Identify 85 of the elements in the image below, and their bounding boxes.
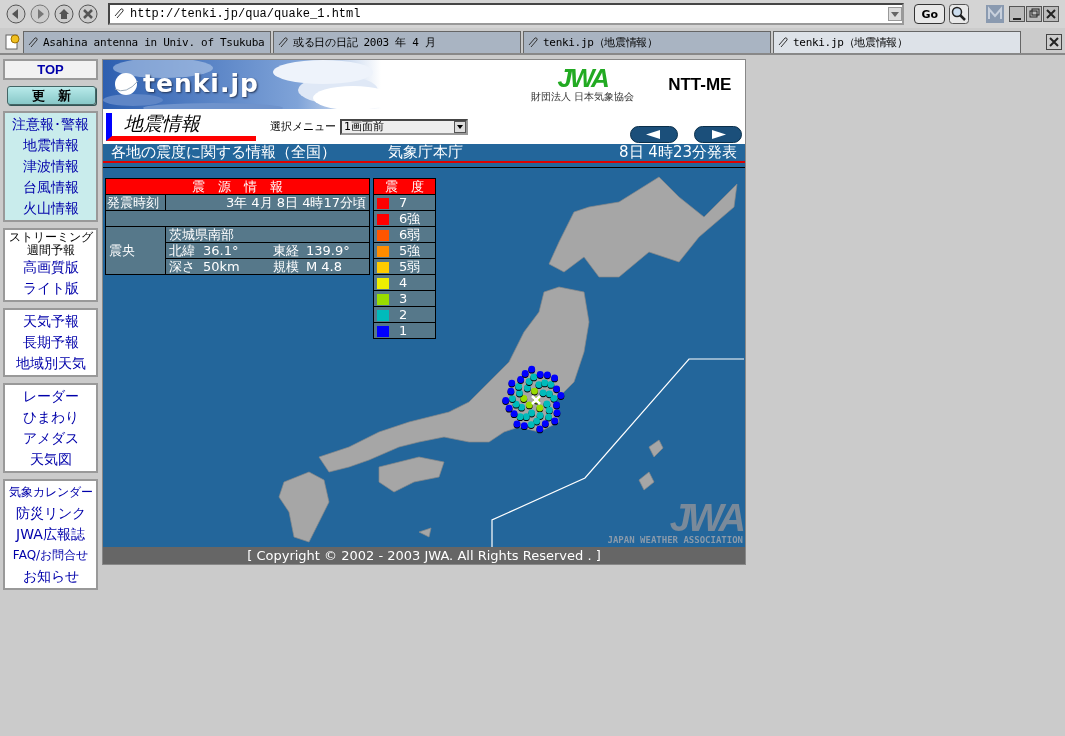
close-icon[interactable]	[1043, 6, 1059, 22]
copyright-text: [ Copyright © 2002 - 2003 JWA. All Rights Reserved . ]	[103, 547, 745, 564]
sponsor-caption: 財団法人 日本気象協会	[531, 89, 635, 104]
island-shape	[418, 527, 432, 538]
menu-link[interactable]: JWA広報誌	[16, 524, 85, 545]
paperclip-icon	[528, 36, 540, 49]
paperclip-icon	[28, 36, 40, 49]
island-shape	[638, 471, 655, 491]
browser-tab[interactable]: tenki.jp（地震情報）	[773, 31, 1021, 53]
menu-link[interactable]: 天気予報	[22, 311, 79, 332]
menu-link[interactable]: 天気図	[29, 449, 72, 470]
menu-link[interactable]: 火山情報	[22, 198, 79, 219]
paperclip-icon	[114, 8, 126, 20]
intensity-label: 4	[399, 275, 408, 290]
map-logo: JWA	[669, 501, 743, 535]
address-field[interactable]: http://tenki.jp/qua/quake_1.html	[108, 3, 905, 25]
menu-link[interactable]: お知らせ	[22, 566, 79, 587]
menu-link[interactable]: 地域別天気	[15, 353, 86, 374]
intensity-label: 5弱	[399, 259, 421, 274]
issued-time: 8日 4時23分発表	[619, 144, 737, 161]
next-button[interactable]	[694, 126, 742, 143]
table-header: 震 源 情 報	[105, 178, 370, 195]
browser-tab[interactable]: tenki.jp（地震情報）	[523, 31, 771, 53]
dropdown-icon[interactable]	[888, 7, 903, 21]
globe-icon	[113, 70, 139, 97]
menu-link[interactable]: 津波情報	[22, 156, 79, 177]
menu-caption: 週間予報	[26, 244, 75, 257]
sponsor-logo: JWA	[557, 65, 608, 90]
intensity-label: 1	[399, 323, 408, 338]
table-text: M 4.8	[306, 259, 343, 274]
menu-link[interactable]: アメダス	[22, 428, 79, 449]
stop-icon[interactable]	[78, 4, 98, 24]
menu-link[interactable]: 高画質版	[22, 257, 79, 278]
minimize-icon[interactable]	[1009, 6, 1025, 22]
new-tab-icon[interactable]	[3, 32, 21, 51]
table-text: 50km	[203, 259, 241, 274]
table-text: 規模	[273, 259, 300, 274]
search-icon[interactable]	[949, 4, 969, 24]
throbber-icon	[985, 4, 1005, 24]
menu-caption: ストリーミング	[8, 231, 93, 244]
intensity-dots-drawing	[502, 365, 565, 434]
island-shape	[648, 439, 664, 458]
table-text: 139.9°	[306, 243, 350, 258]
menu-label: 選択メニュー	[270, 119, 336, 134]
previous-button[interactable]	[630, 126, 678, 143]
go-button[interactable]: Go	[914, 4, 945, 24]
table-header: 震 度	[373, 178, 436, 195]
table-text: 深さ	[169, 259, 196, 274]
table-cell: 震央	[105, 226, 166, 275]
intensity-label: 3	[399, 291, 408, 306]
menu-select[interactable]: 1画面前	[340, 118, 468, 135]
intensity-label: 6弱	[399, 227, 421, 242]
menu-link[interactable]: 防災リンク	[15, 503, 86, 524]
menu-link[interactable]: レーダー	[22, 386, 79, 407]
paperclip-icon	[278, 36, 290, 49]
browser-tab[interactable]: 或る日の日記 2003 年 4 月	[273, 31, 521, 53]
maximize-icon[interactable]	[1026, 6, 1042, 22]
menu-link[interactable]: FAQ/お問合せ	[12, 545, 89, 566]
close-tab-icon[interactable]	[1046, 33, 1062, 50]
browser-tab[interactable]: Asahina antenna in Univ. of Tsukuba	[23, 31, 271, 53]
refresh-button[interactable]: 更 新	[7, 86, 96, 105]
back-icon[interactable]	[6, 4, 26, 24]
intensity-label: 6強	[399, 211, 421, 226]
forward-icon[interactable]	[30, 4, 50, 24]
menu-link[interactable]: 気象カレンダー	[8, 482, 93, 503]
dropdown-icon	[454, 120, 466, 133]
top-link[interactable]: TOP	[3, 59, 98, 80]
intensity-label: 2	[399, 307, 408, 322]
info-heading: 各地の震度に関する情報（全国）	[111, 144, 336, 161]
intensity-label: 5強	[399, 243, 421, 258]
source-label: 気象庁本庁	[388, 144, 463, 161]
menu-link[interactable]: ひまわり	[22, 407, 79, 428]
map-credit: JAPAN WEATHER ASSOCIATION	[607, 535, 743, 545]
intensity-label: 7	[399, 195, 408, 210]
home-icon[interactable]	[54, 4, 74, 24]
partner-logo: NTT-ME	[668, 74, 732, 95]
menu-link[interactable]: ライト版	[22, 278, 79, 299]
menu-link[interactable]: 地震情報	[22, 135, 79, 156]
menu-link[interactable]: 注意報･警報	[12, 114, 89, 135]
table-text: 北緯	[169, 243, 196, 258]
paperclip-icon	[778, 36, 790, 49]
table-text: 36.1°	[203, 243, 240, 258]
table-text: 東経	[273, 243, 300, 258]
menu-link[interactable]: 長期予報	[22, 332, 79, 353]
menu-link[interactable]: 台風情報	[22, 177, 79, 198]
